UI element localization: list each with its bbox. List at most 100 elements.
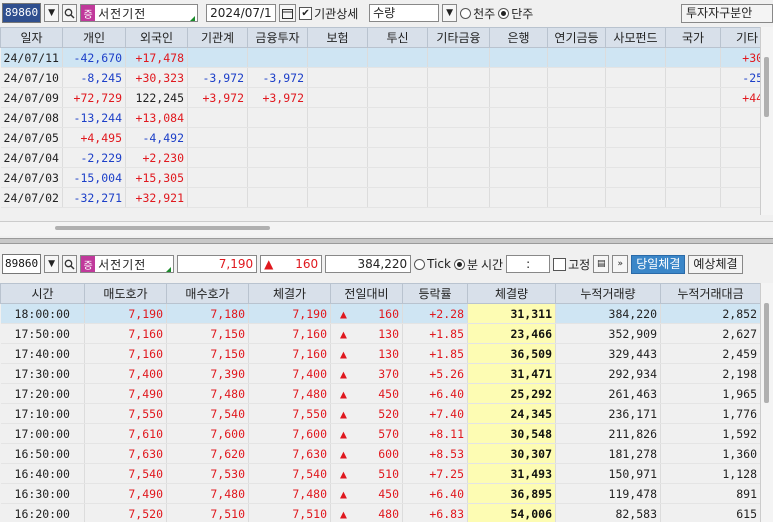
table-row[interactable]: 16:40:00 7,540 7,530 7,540 ▲ 510 +7.25 31,493 15… (0, 463, 760, 484)
table-row[interactable]: 16:30:00 7,490 7,480 7,480 ▲ 450 +6.40 36,895 11… (0, 483, 760, 504)
table-row[interactable]: 24/07/02-32,271+32,921 - (0, 187, 760, 208)
table-row[interactable]: 24/07/09+72,729122,245+3,972+3,972+44, (0, 87, 760, 108)
table-row[interactable]: 24/07/08-13,244+13,084 + (0, 107, 760, 128)
radio-single[interactable]: 단주 (498, 5, 533, 22)
value-cell: 7,630 (84, 443, 167, 464)
stock-code-field[interactable]: 89860 (2, 3, 42, 23)
double-chevron-icon[interactable]: » (612, 255, 629, 273)
value-cell: -4,492 (125, 127, 188, 148)
corner-mark-icon (190, 16, 196, 21)
table-row[interactable]: 17:30:00 7,400 7,390 7,400 ▲ 370 +5.26 31,471 29… (0, 363, 760, 384)
value-cell: 181,278 (555, 443, 661, 464)
table-row[interactable]: 24/07/10-8,245+30,323-3,972-3,972-25, (0, 67, 760, 88)
value-cell (307, 147, 368, 168)
value-cell: 36,509 (467, 343, 556, 364)
table-row[interactable]: 17:10:00 7,550 7,540 7,550 ▲ 520 +7.40 24,345 23… (0, 403, 760, 424)
value-cell: 261,463 (555, 383, 661, 404)
value-cell (665, 67, 721, 88)
value-cell: +7.40 (402, 403, 468, 424)
value-cell: 211,826 (555, 423, 661, 444)
dropdown-arrow-icon[interactable]: ▼ (44, 4, 60, 22)
column-header: 체결가 (248, 283, 331, 304)
value-cell: -25, (720, 67, 760, 88)
table-row[interactable]: 16:20:00 7,520 7,510 7,510 ▲ 480 +6.83 54,006 82… (0, 503, 760, 522)
investor-type-button[interactable]: 투자자구분안 (681, 3, 773, 23)
investor-horizontal-scrollbar[interactable] (0, 221, 773, 236)
calendar-icon[interactable] (279, 4, 297, 22)
time-cell: 17:00:00 (0, 423, 85, 444)
today-trades-button[interactable]: 당일체결 (631, 254, 686, 274)
table-row[interactable]: 24/07/11-42,670+17,478 +30, (0, 47, 760, 68)
total-volume: 384,220 (325, 255, 412, 273)
trade-vertical-scrollbar[interactable] (760, 283, 773, 522)
time-input[interactable]: : (506, 255, 551, 273)
institution-detail-checkbox[interactable]: ✔ 기관상세 (299, 5, 366, 22)
value-cell (187, 187, 248, 208)
value-cell: 30,548 (467, 423, 556, 444)
value-cell: ▲ 600 (330, 443, 403, 464)
value-cell: - (720, 187, 760, 208)
value-cell (367, 167, 428, 188)
value-cell: ▲ 130 (330, 343, 403, 364)
value-cell (247, 167, 308, 188)
radio-selected-icon (453, 258, 465, 270)
expected-trades-button[interactable]: 예상체결 (688, 254, 743, 274)
value-cell: 7,150 (166, 323, 249, 344)
value-cell: -13,244 (62, 107, 126, 128)
table-row[interactable]: 24/07/04 -2,229 +2,230 (0, 147, 760, 168)
value-cell (307, 47, 368, 68)
value-cell: 2,627 (660, 323, 760, 344)
value-cell (605, 127, 666, 148)
value-cell: +3,972 (247, 87, 308, 108)
fix-checkbox[interactable]: 고정 (553, 256, 590, 273)
search-icon[interactable] (62, 4, 78, 22)
value-cell: 1,965 (660, 383, 760, 404)
change-value: 570 (378, 426, 399, 441)
time-cell: 16:30:00 (0, 483, 85, 504)
value-cell: 7,550 (248, 403, 331, 424)
table-row[interactable]: 17:20:00 7,490 7,480 7,480 ▲ 450 +6.40 25,292 26… (0, 383, 760, 404)
value-cell: 7,190 (84, 303, 167, 324)
change-value: 130 (378, 346, 399, 361)
radio-tick[interactable]: Tick (414, 257, 451, 271)
stock-name-field[interactable]: 증 서전기전 (80, 255, 175, 273)
column-header: 등락률 (402, 283, 468, 304)
unit-select[interactable]: 수량 (369, 4, 440, 22)
up-triangle-icon: ▲ (340, 306, 347, 321)
column-header: 금융투자 (247, 27, 308, 48)
up-triangle-icon: ▲ (340, 326, 347, 341)
table-row[interactable]: 17:50:00 7,160 7,150 7,160 ▲ 130 +1.85 23,466 35… (0, 323, 760, 344)
value-cell: 7,390 (166, 363, 249, 384)
scroll-thumb[interactable] (55, 226, 270, 230)
up-triangle-icon: ▲ (264, 257, 274, 271)
table-row[interactable]: 18:00:00 7,190 7,180 7,190 ▲ 160 +2.28 31,311 38… (0, 303, 760, 324)
radio-minute[interactable]: 분 (453, 256, 478, 273)
table-row[interactable]: 24/07/03 -15,004 +15,305 (0, 167, 760, 188)
table-row[interactable]: 24/07/05 +4,495 -4,492 (0, 127, 760, 148)
table-row[interactable]: 16:50:00 7,630 7,620 7,630 ▲ 600 +8.53 30,307 18… (0, 443, 760, 464)
table-row[interactable]: 17:40:00 7,160 7,150 7,160 ▲ 130 +1.85 36,509 32… (0, 343, 760, 364)
select-arrow-icon[interactable]: ▼ (442, 4, 458, 22)
dropdown-arrow-icon[interactable]: ▼ (44, 255, 60, 273)
stock-name-field[interactable]: 증 서전기전 (80, 4, 199, 22)
search-icon[interactable] (62, 255, 78, 273)
date-cell: 24/07/04 (0, 147, 63, 168)
date-field[interactable]: 2024/07/1 (206, 4, 277, 22)
table-row[interactable]: 17:00:00 7,610 7,600 7,600 ▲ 570 +8.11 30,548 21… (0, 423, 760, 444)
value-cell (307, 187, 368, 208)
value-cell: 23,466 (467, 323, 556, 344)
time-cell: 16:40:00 (0, 463, 85, 484)
up-triangle-icon: ▲ (340, 426, 347, 441)
scroll-thumb[interactable] (764, 57, 769, 117)
export-icon[interactable]: ▤ (593, 255, 610, 273)
checkbox-checked-icon: ✔ (299, 6, 313, 20)
panel-splitter[interactable] (0, 238, 773, 244)
date-cell: 24/07/10 (0, 67, 63, 88)
radio-thousand[interactable]: 천주 (460, 5, 495, 22)
investor-vertical-scrollbar[interactable] (760, 27, 773, 215)
date-cell: 24/07/08 (0, 107, 63, 128)
scroll-thumb[interactable] (764, 303, 769, 403)
value-cell: 1,360 (660, 443, 760, 464)
up-triangle-icon: ▲ (340, 386, 347, 401)
stock-code-field[interactable]: 89860 (2, 254, 42, 274)
